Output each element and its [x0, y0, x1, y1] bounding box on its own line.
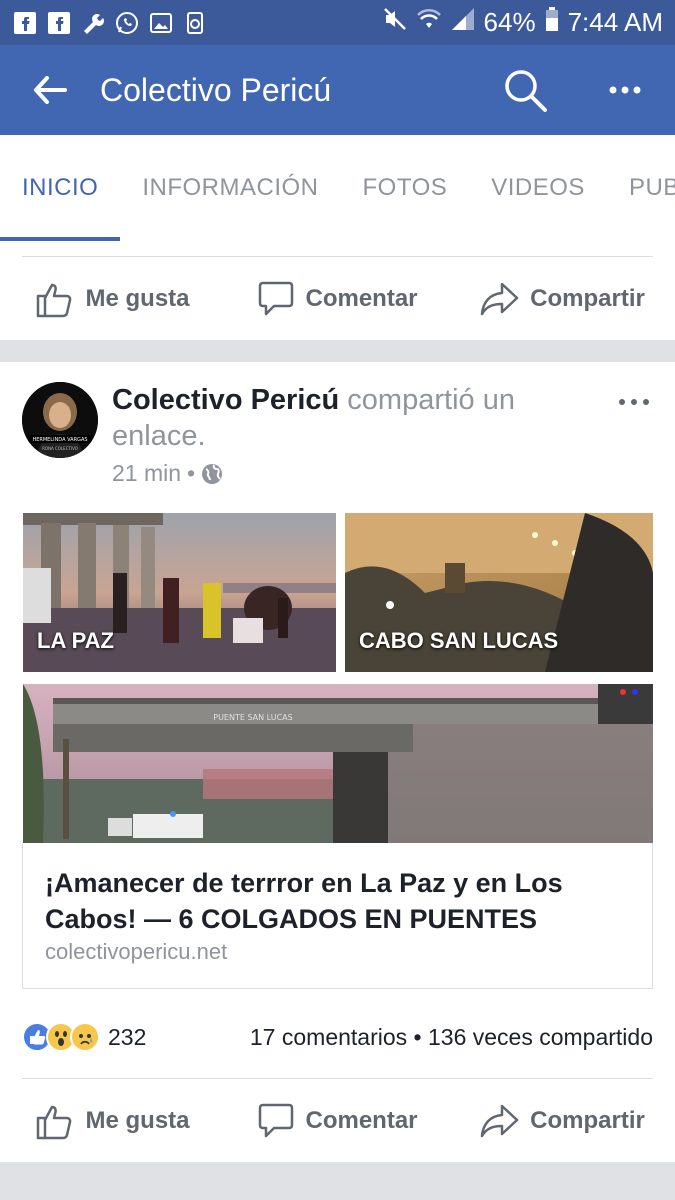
comment-button[interactable]: Comentar: [225, 1102, 450, 1140]
facebook-icon: [46, 10, 72, 36]
tab-publicaciones[interactable]: PUBL: [607, 135, 675, 241]
share-label: Compartir: [530, 285, 645, 312]
reactions-count[interactable]: 232: [108, 1024, 146, 1051]
globe-icon: [202, 463, 223, 484]
post-options-button[interactable]: [618, 382, 650, 414]
feed-separator: [0, 340, 675, 362]
shares-count: 136 veces compartido: [427, 1023, 653, 1050]
post-image-cabo-san-lucas[interactable]: CABO SAN LUCAS: [345, 513, 653, 672]
battery-icon: [544, 6, 560, 39]
app-bar: Colectivo Pericú: [0, 45, 675, 135]
post-header: HERMELINDA VARGAS RONA COLECTIVO Colecti…: [22, 382, 662, 502]
divider: [22, 256, 653, 257]
gallery-icon: [148, 10, 174, 36]
image-caption: LA PAZ: [37, 628, 114, 653]
post-stats: 232 17 comentarios • 136 veces compartid…: [22, 1015, 653, 1059]
like-button[interactable]: Me gusta: [0, 280, 225, 318]
comment-icon: [259, 1103, 294, 1138]
tab-inicio[interactable]: INICIO: [0, 135, 121, 241]
share-icon: [480, 1104, 519, 1138]
search-button[interactable]: [475, 45, 575, 135]
meta-separator: •: [187, 460, 196, 486]
post-image-bridge[interactable]: PUENTE SAN LUCAS: [23, 684, 653, 843]
back-button[interactable]: [0, 45, 100, 135]
avatar[interactable]: HERMELINDA VARGAS RONA COLECTIVO: [22, 382, 98, 458]
more-icon: [619, 399, 649, 405]
avatar-text: HERMELINDA VARGAS: [32, 437, 87, 443]
feed-separator: [0, 1162, 675, 1200]
post-image-la-paz[interactable]: LA PAZ: [23, 513, 336, 672]
post-meta: 21 min •: [112, 460, 223, 487]
search-icon: [505, 70, 547, 112]
tab-informacion[interactable]: INFORMACIÓN: [120, 135, 340, 241]
link-preview[interactable]: ¡Amanecer de terrror en La Paz y en Los …: [22, 843, 653, 989]
comment-icon: [259, 281, 294, 316]
reactions[interactable]: [22, 1022, 100, 1052]
like-button[interactable]: Me gusta: [0, 1102, 225, 1140]
share-button[interactable]: Compartir: [450, 1103, 675, 1139]
status-bar: 64% 7:44 AM: [0, 0, 675, 45]
whatsapp-icon: [114, 10, 140, 36]
wrench-icon: [80, 10, 106, 36]
signal-icon: [450, 6, 476, 39]
share-icon: [480, 282, 519, 316]
link-domain: colectivopericu.net: [45, 939, 228, 964]
recycle-icon: [182, 10, 208, 36]
wifi-icon: [416, 6, 442, 39]
avatar-subtext: RONA COLECTIVO: [42, 446, 78, 451]
post-actions: Me gusta Comentar Compartir: [0, 1080, 675, 1162]
page-title: Colectivo Pericú: [100, 71, 332, 108]
mute-icon: [382, 6, 408, 39]
more-button[interactable]: [575, 45, 675, 135]
bridge-sign-text: PUENTE SAN LUCAS: [213, 713, 292, 722]
comment-label: Comentar: [305, 285, 418, 312]
divider: [22, 1078, 653, 1079]
page-tabs: INICIO INFORMACIÓN FOTOS VIDEOS PUBL: [0, 135, 675, 241]
share-label: Compartir: [530, 1107, 645, 1134]
tab-fotos[interactable]: FOTOS: [341, 135, 470, 241]
thumbs-up-icon: [37, 283, 72, 318]
stats-separator: •: [413, 1023, 422, 1050]
clock: 7:44 AM: [567, 7, 663, 37]
like-label: Me gusta: [85, 285, 190, 312]
share-button[interactable]: Compartir: [450, 281, 675, 317]
post-time[interactable]: 21 min: [112, 460, 181, 487]
image-caption: CABO SAN LUCAS: [359, 628, 559, 653]
sad-reaction-icon: [70, 1022, 100, 1052]
thumbs-up-icon: [37, 1105, 72, 1140]
link-headline: ¡Amanecer de terrror en La Paz y en Los …: [45, 868, 563, 934]
comments-count: 17 comentarios: [249, 1023, 408, 1050]
post-title: Colectivo Pericú compartió un enlace.: [112, 382, 592, 454]
battery-percent: 64%: [483, 7, 536, 37]
like-label: Me gusta: [85, 1107, 190, 1134]
facebook-icon: [12, 10, 38, 36]
previous-post-actions: Me gusta Comentar Compartir: [0, 258, 675, 340]
post-author[interactable]: Colectivo Pericú: [112, 384, 339, 416]
comment-label: Comentar: [305, 1107, 418, 1134]
tab-videos[interactable]: VIDEOS: [469, 135, 607, 241]
comments-shares[interactable]: 17 comentarios • 136 veces compartido: [250, 1024, 653, 1051]
comment-button[interactable]: Comentar: [225, 280, 450, 318]
back-arrow-icon: [34, 76, 67, 104]
more-icon: [609, 86, 641, 94]
